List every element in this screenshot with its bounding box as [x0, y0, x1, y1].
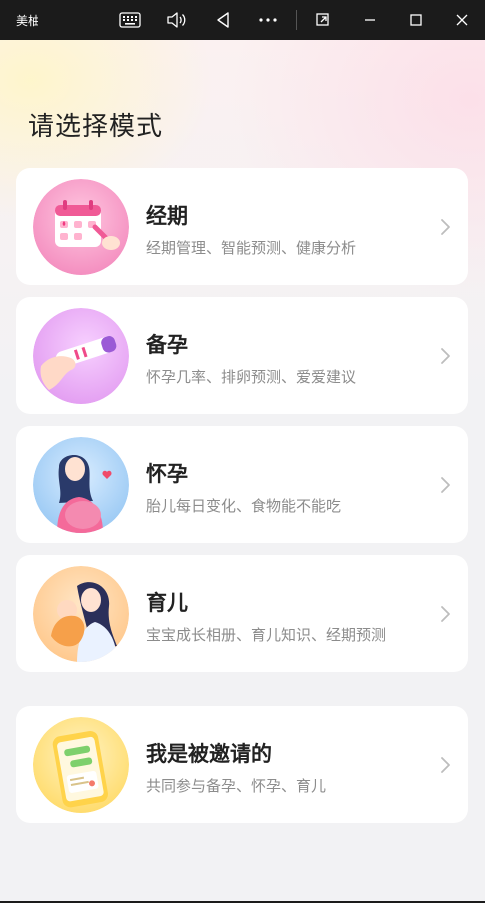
calendar-icon: [33, 179, 129, 275]
ovulation-test-icon: [33, 308, 129, 404]
close-icon[interactable]: [448, 6, 476, 34]
mode-card-invited[interactable]: 我是被邀请的 共同参与备孕、怀孕、育儿: [16, 706, 468, 823]
app-name: 美柚: [16, 14, 38, 28]
window-titlebar: 美柚: [0, 0, 485, 40]
mode-subtitle: 宝宝成长相册、育儿知识、经期预测: [146, 626, 387, 644]
mode-title: 经期: [146, 204, 188, 228]
mode-subtitle: 怀孕几率、排卵预测、爱爱建议: [146, 368, 357, 386]
phone-chat-icon: [33, 717, 129, 813]
back-triangle-icon[interactable]: [209, 6, 237, 34]
chevron-right-icon: [441, 348, 450, 364]
mode-card-period[interactable]: 经期 经期管理、智能预测、健康分析: [16, 168, 468, 285]
keyboard-icon[interactable]: [116, 6, 144, 34]
minimize-icon[interactable]: [356, 6, 384, 34]
mode-card-trying-to-conceive[interactable]: 备孕 怀孕几率、排卵预测、爱爱建议: [16, 297, 468, 414]
more-icon[interactable]: [254, 6, 282, 34]
restore-window-icon[interactable]: [309, 6, 337, 34]
mode-card-pregnancy[interactable]: 怀孕 胎儿每日变化、食物能不能吃: [16, 426, 468, 543]
invited-title: 我是被邀请的: [146, 742, 272, 766]
titlebar-divider: [296, 10, 297, 30]
invited-subtitle: 共同参与备孕、怀孕、育儿: [146, 777, 327, 795]
mode-subtitle: 胎儿每日变化、食物能不能吃: [146, 497, 342, 515]
chevron-right-icon: [441, 606, 450, 622]
pregnant-woman-icon: [33, 437, 129, 533]
chevron-right-icon: [441, 219, 450, 235]
volume-icon[interactable]: [162, 6, 190, 34]
chevron-right-icon: [441, 757, 450, 773]
mode-card-parenting[interactable]: 育儿 宝宝成长相册、育儿知识、经期预测: [16, 555, 468, 672]
mother-baby-icon: [33, 566, 129, 662]
maximize-icon[interactable]: [402, 6, 430, 34]
mode-subtitle: 经期管理、智能预测、健康分析: [146, 239, 357, 257]
page-title: 请选择模式: [28, 112, 164, 142]
mode-title: 育儿: [146, 591, 188, 615]
mode-title: 怀孕: [146, 462, 188, 486]
mode-title: 备孕: [146, 333, 188, 357]
chevron-right-icon: [441, 477, 450, 493]
